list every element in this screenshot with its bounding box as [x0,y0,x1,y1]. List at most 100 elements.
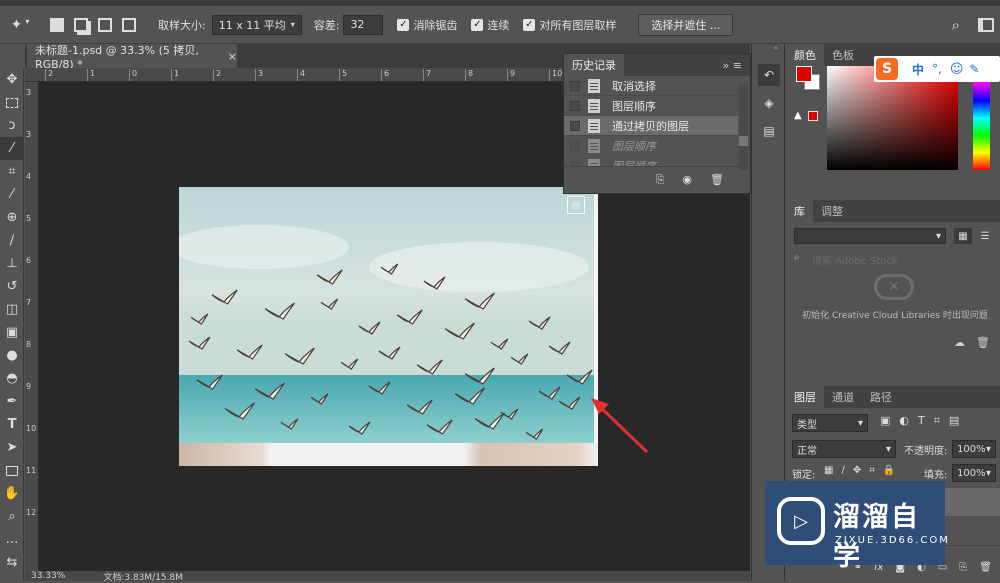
gamut-warning-icon[interactable]: ▲ [794,110,802,121]
all-layers-checkbox[interactable]: ✓ [523,18,536,31]
magic-wand-icon[interactable]: ⁄ [0,137,24,160]
trash-icon[interactable]: 🗑 [710,173,724,186]
history-snapshot-checkbox[interactable] [570,160,580,166]
subtract-selection-icon[interactable] [98,17,112,32]
ruler-vertical[interactable]: 3 3 4 5 6 7 8 9 10 11 12 [25,82,39,572]
tab-channels[interactable]: 通道 [824,386,862,408]
ime-chinese-mode[interactable]: 中 [912,61,924,78]
chevron-down-icon: ▾ [290,20,295,29]
magic-wand-tool-icon[interactable]: ✦ ▾ [0,17,40,33]
ime-skin-icon[interactable]: ✎ [969,62,979,76]
select-and-mask-button[interactable]: 选择并遮住 ... [638,13,734,36]
zoom-tool-icon[interactable]: ⌕ [0,505,24,528]
new-document-icon[interactable]: ⎘ [656,173,665,187]
history-snapshot-checkbox[interactable] [570,100,580,111]
history-snapshot-checkbox[interactable] [570,140,580,151]
ruler-tick-label: 8 [465,69,473,81]
history-tab[interactable]: 历史记录 [564,54,624,76]
history-item[interactable]: 通过拷贝的图层 [564,116,738,136]
library-sync-icon[interactable]: ☁ [954,336,965,349]
blur-tool-icon[interactable]: ● [0,344,24,367]
document-tab[interactable]: 未标题-1.psd @ 33.3% (5 拷贝, RGB/8) * × [27,44,237,71]
marquee-tool-icon[interactable] [0,91,24,114]
tab-library[interactable]: 库 [786,200,813,222]
more-tools-icon[interactable]: … [0,528,24,551]
layer-filter-select[interactable]: 类型 ▾ [792,414,868,432]
new-layer-icon[interactable]: ⎘ [959,562,967,573]
libraries-panel-icon[interactable]: ▤ [758,120,780,142]
tolerance-input[interactable]: 32 [343,14,384,35]
fill-input[interactable]: 100% ▾ [952,464,996,482]
tab-adjustments-label: 调整 [821,205,843,218]
lasso-tool-icon[interactable]: ↄ [0,114,24,137]
eyedropper-tool-icon[interactable]: ⁄ [0,183,24,206]
brush-tool-icon[interactable]: ∕ [0,229,24,252]
library-select[interactable]: ▾ [794,228,946,244]
gradient-tool-icon[interactable]: ▣ [0,321,24,344]
ime-emoji-icon[interactable]: ☺ [950,62,964,77]
pen-tool-icon[interactable]: ✒ [0,390,24,413]
ruler-tick-label: 10 [26,424,37,433]
grid-view-icon[interactable]: ▦ [954,228,972,244]
contiguous-checkbox[interactable]: ✓ [471,18,484,31]
hand-tool-icon[interactable]: ✋ [0,482,24,505]
gamut-swatch[interactable] [808,111,818,121]
history-item[interactable]: 图层顺序 [564,156,738,166]
opacity-input[interactable]: 100% ▾ [952,440,996,458]
workspace-icon[interactable] [977,17,994,32]
tab-layers-label: 图层 [794,391,816,404]
path-selection-icon[interactable]: ➤ [0,436,24,459]
options-bar: ✦ ▾ 取样大小: 11 x 11 平均 ▾ 容差: 32 ✓ 消除锯齿 ✓ 连续 … [0,6,1000,44]
trash-icon[interactable]: 🗑 [979,562,992,573]
zoom-level[interactable]: 33.33% [31,571,65,581]
panel-menu-icon[interactable]: » ≡ [723,59,742,72]
history-item[interactable]: 取消选择 [564,76,738,96]
dodge-tool-icon[interactable]: ◓ [0,367,24,390]
sample-size-select[interactable]: 11 x 11 平均 ▾ [211,14,302,35]
stock-search-input[interactable]: 搜索 Adobe Stock [812,252,898,267]
history-scrollbar[interactable] [739,84,748,170]
tab-swatches[interactable]: 色板 [824,44,862,66]
history-snapshot-checkbox[interactable] [570,120,580,131]
tab-paths[interactable]: 路径 [862,386,900,408]
list-view-icon[interactable]: ☰ [976,228,994,244]
eraser-tool-icon[interactable]: ◫ [0,298,24,321]
healing-brush-icon[interactable]: ⊕ [0,206,24,229]
search-icon[interactable]: ⌕ [951,16,959,34]
swap-colors-icon[interactable]: ⇆ [0,551,24,574]
intersect-selection-icon[interactable] [122,17,136,32]
opacity-value: 100% [957,443,986,455]
tab-color[interactable]: 颜色 [786,44,824,66]
ruler-tick-label: 9 [26,382,32,391]
history-item[interactable]: 图层顺序 [564,96,738,116]
antialias-checkbox[interactable]: ✓ [397,18,410,31]
zoom-to-fit-icon[interactable]: ◎ [567,196,585,214]
lock-icons[interactable]: ▦∕✥⌗🔒 [824,465,903,476]
clone-stamp-icon[interactable]: ⊥ [0,252,24,275]
history-item[interactable]: 图层顺序 [564,136,738,156]
crop-tool-icon[interactable]: ⌗ [0,160,24,183]
rectangle-tool-icon[interactable] [0,459,24,482]
close-icon[interactable]: × [228,50,237,63]
new-selection-icon[interactable] [50,17,64,32]
history-brush-icon[interactable]: ↺ [0,275,24,298]
trash-icon[interactable]: 🗑 [976,336,990,349]
history-panel-icon[interactable]: ↶ [758,64,780,86]
camera-icon[interactable]: ◉ [682,173,692,186]
ruler-tick-label: 4 [26,172,32,181]
sogou-logo[interactable]: S [876,58,898,80]
tab-adjustments[interactable]: 调整 [813,200,851,222]
type-tool-icon[interactable]: T [0,413,24,436]
tab-layers[interactable]: 图层 [786,386,824,408]
layer-filter-icons[interactable]: ▣◐T⌗▤ [880,414,968,428]
add-selection-icon[interactable] [74,17,88,32]
move-tool-icon[interactable]: ✥ [0,68,24,91]
play-logo-icon: ▷ [777,497,825,545]
blend-mode-select[interactable]: 正常 ▾ [792,440,896,458]
ime-punctuation-mode[interactable]: °, [932,62,942,76]
blend-mode-value: 正常 [797,445,817,457]
foreground-swatch[interactable] [796,66,812,82]
collapse-arrows-icon[interactable]: « [752,44,784,52]
history-snapshot-checkbox[interactable] [570,80,580,91]
3d-panel-icon[interactable]: ◈ [758,92,780,114]
